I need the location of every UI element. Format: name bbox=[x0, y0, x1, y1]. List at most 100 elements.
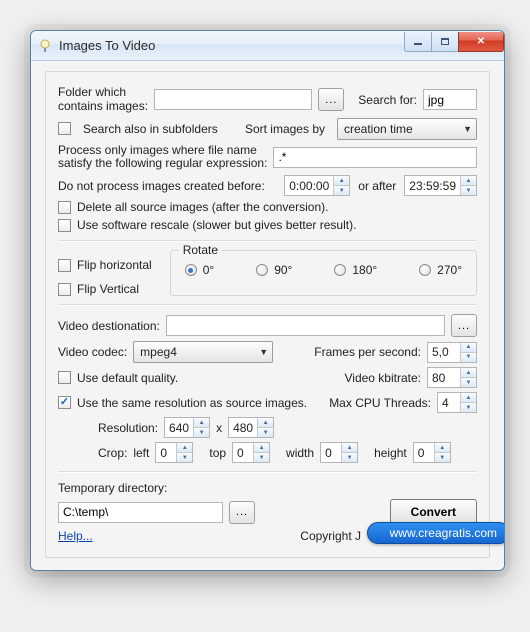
rotate-90-radio[interactable] bbox=[256, 264, 268, 276]
temp-dir-input[interactable] bbox=[58, 502, 223, 523]
resolution-label: Resolution: bbox=[98, 421, 158, 435]
time-after-spinner[interactable]: 23:59:59 ▲▼ bbox=[404, 175, 477, 196]
kbitrate-spinner[interactable]: 80 ▲▼ bbox=[427, 367, 477, 388]
spin-down-icon[interactable]: ▼ bbox=[461, 353, 476, 362]
browse-dest-button[interactable]: ... bbox=[451, 314, 477, 337]
codec-combo[interactable]: mpeg4 ▼ bbox=[133, 341, 273, 363]
crop-top-label: top bbox=[209, 446, 226, 460]
folder-input[interactable] bbox=[154, 89, 312, 110]
spin-up-icon[interactable]: ▲ bbox=[194, 418, 209, 428]
spin-up-icon[interactable]: ▲ bbox=[177, 443, 192, 453]
res-h-spinner[interactable]: 480▲▼ bbox=[228, 417, 274, 438]
spin-up-icon[interactable]: ▲ bbox=[435, 443, 450, 453]
max-cpu-spinner[interactable]: 4 ▲▼ bbox=[437, 392, 477, 413]
rotate-180-label: 180° bbox=[352, 263, 377, 277]
spin-down-icon[interactable]: ▼ bbox=[334, 186, 349, 195]
spin-up-icon[interactable]: ▲ bbox=[461, 393, 476, 403]
crop-label: Crop: bbox=[98, 446, 127, 460]
rotate-group: Rotate 0° 90° 180° 270° bbox=[170, 250, 477, 296]
or-after-label: or after bbox=[358, 179, 396, 193]
maximize-button[interactable] bbox=[431, 32, 459, 52]
search-for-label: Search for: bbox=[358, 93, 417, 107]
software-rescale-label: Use software rescale (slower but gives b… bbox=[77, 218, 356, 232]
minimize-button[interactable] bbox=[404, 32, 432, 52]
folder-label-2: contains images: bbox=[58, 100, 148, 114]
rotate-90-label: 90° bbox=[274, 263, 292, 277]
same-resolution-label: Use the same resolution as source images… bbox=[77, 396, 307, 410]
app-icon bbox=[37, 38, 53, 54]
regex-input[interactable] bbox=[273, 147, 477, 168]
flip-h-checkbox[interactable] bbox=[58, 259, 71, 272]
video-dest-label: Video destionation: bbox=[58, 319, 160, 333]
codec-value: mpeg4 bbox=[140, 345, 177, 359]
crop-left-label: left bbox=[133, 446, 149, 460]
max-cpu-value: 4 bbox=[438, 393, 460, 412]
delete-source-label: Delete all source images (after the conv… bbox=[77, 200, 328, 214]
spin-down-icon[interactable]: ▼ bbox=[254, 453, 269, 462]
browse-folder-button[interactable]: ... bbox=[318, 88, 344, 111]
spin-up-icon[interactable]: ▲ bbox=[461, 343, 476, 353]
spin-down-icon[interactable]: ▼ bbox=[342, 453, 357, 462]
crop-height-label: height bbox=[374, 446, 407, 460]
delete-source-checkbox[interactable] bbox=[58, 201, 71, 214]
flip-v-label: Flip Vertical bbox=[77, 282, 139, 296]
spin-down-icon[interactable]: ▼ bbox=[461, 378, 476, 387]
flip-v-checkbox[interactable] bbox=[58, 283, 71, 296]
video-dest-input[interactable] bbox=[166, 315, 445, 336]
x-label: x bbox=[216, 421, 222, 435]
spin-down-icon[interactable]: ▼ bbox=[258, 428, 273, 437]
rotate-legend: Rotate bbox=[179, 243, 222, 257]
window-controls: ✕ bbox=[405, 32, 504, 52]
not-before-label: Do not process images created before: bbox=[58, 179, 265, 193]
flip-h-label: Flip horizontal bbox=[77, 258, 152, 272]
res-h-value: 480 bbox=[229, 418, 257, 437]
search-for-input[interactable] bbox=[423, 89, 477, 110]
client-area: Folder which contains images: ... Search… bbox=[31, 61, 504, 570]
default-quality-checkbox[interactable] bbox=[58, 371, 71, 384]
fps-spinner[interactable]: 5,0 ▲▼ bbox=[427, 342, 477, 363]
crop-top-spinner[interactable]: 0▲▼ bbox=[232, 442, 270, 463]
chevron-down-icon: ▼ bbox=[463, 124, 472, 134]
max-cpu-label: Max CPU Threads: bbox=[329, 396, 431, 410]
rotate-180-radio[interactable] bbox=[334, 264, 346, 276]
sort-combo-value: creation time bbox=[344, 122, 413, 136]
fps-label: Frames per second: bbox=[314, 345, 421, 359]
same-resolution-checkbox[interactable] bbox=[58, 396, 71, 409]
codec-label: Video codec: bbox=[58, 345, 127, 359]
rotate-0-radio[interactable] bbox=[185, 264, 197, 276]
subfolders-checkbox[interactable] bbox=[58, 122, 71, 135]
rotate-270-radio[interactable] bbox=[419, 264, 431, 276]
spin-down-icon[interactable]: ▼ bbox=[177, 453, 192, 462]
spin-up-icon[interactable]: ▲ bbox=[258, 418, 273, 428]
software-rescale-checkbox[interactable] bbox=[58, 219, 71, 232]
crop-width-spinner[interactable]: 0▲▼ bbox=[320, 442, 358, 463]
time-before-spinner[interactable]: 0:00:00 ▲▼ bbox=[284, 175, 350, 196]
sort-combo[interactable]: creation time ▼ bbox=[337, 118, 477, 140]
watermark-badge: www.creagratis.com bbox=[367, 522, 505, 544]
spin-down-icon[interactable]: ▼ bbox=[461, 186, 476, 195]
spin-up-icon[interactable]: ▲ bbox=[461, 176, 476, 186]
spin-up-icon[interactable]: ▲ bbox=[254, 443, 269, 453]
kbitrate-value: 80 bbox=[428, 368, 460, 387]
spin-down-icon[interactable]: ▼ bbox=[461, 403, 476, 412]
close-button[interactable]: ✕ bbox=[458, 32, 504, 52]
titlebar[interactable]: Images To Video ✕ bbox=[31, 31, 504, 61]
spin-down-icon[interactable]: ▼ bbox=[435, 453, 450, 462]
default-quality-label: Use default quality. bbox=[77, 371, 178, 385]
spin-down-icon[interactable]: ▼ bbox=[194, 428, 209, 437]
main-panel: Folder which contains images: ... Search… bbox=[45, 71, 490, 558]
app-window: Images To Video ✕ Folder which contains … bbox=[30, 30, 505, 571]
rotate-0-label: 0° bbox=[203, 263, 214, 277]
window-title: Images To Video bbox=[59, 38, 405, 53]
crop-height-spinner[interactable]: 0▲▼ bbox=[413, 442, 451, 463]
chevron-down-icon: ▼ bbox=[259, 347, 268, 357]
sort-label: Sort images by bbox=[245, 122, 325, 136]
rotate-270-label: 270° bbox=[437, 263, 462, 277]
spin-up-icon[interactable]: ▲ bbox=[334, 176, 349, 186]
browse-temp-button[interactable]: ... bbox=[229, 501, 255, 524]
crop-left-spinner[interactable]: 0▲▼ bbox=[155, 442, 193, 463]
help-link[interactable]: Help... bbox=[58, 529, 93, 543]
spin-up-icon[interactable]: ▲ bbox=[342, 443, 357, 453]
spin-up-icon[interactable]: ▲ bbox=[461, 368, 476, 378]
res-w-spinner[interactable]: 640▲▼ bbox=[164, 417, 210, 438]
